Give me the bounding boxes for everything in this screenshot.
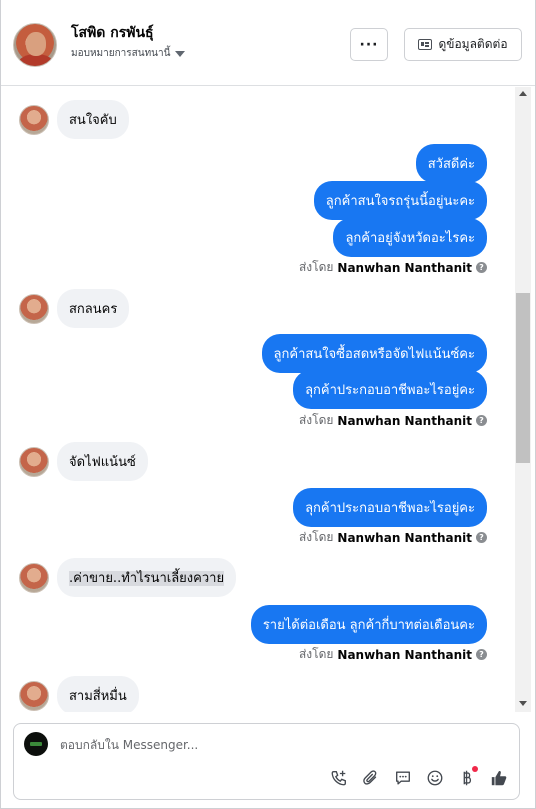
incoming-bubble[interactable]: สามสี่หมื่น <box>57 676 139 712</box>
reply-input[interactable] <box>60 738 500 752</box>
incoming-message: สกลนคร <box>19 289 130 328</box>
scroll-thumb[interactable] <box>516 293 530 463</box>
incoming-message: สามสี่หมื่น <box>19 676 139 712</box>
scroll-down-arrow-icon[interactable] <box>519 701 527 706</box>
scroll-up-arrow-icon[interactable] <box>519 91 527 96</box>
sent-by-agent: Nanwhan Nanthanit <box>337 530 472 545</box>
sent-by-prefix: ส่งโดย <box>298 647 334 661</box>
assign-conversation-dropdown[interactable]: มอบหมายการสนทนานี้ <box>71 46 186 61</box>
incoming-bubble[interactable]: .ค่าขาย..ทำไรนาเลี้ยงควาย <box>57 558 237 597</box>
outgoing-bubble[interactable]: ลูกค้าอยู่จังหวัดอะไรคะ <box>333 218 487 257</box>
incoming-message: สนใจคับ <box>19 100 129 139</box>
payment-icon[interactable] <box>457 766 478 788</box>
incoming-bubble[interactable]: สนใจคับ <box>57 100 129 139</box>
sender-avatar <box>19 293 49 324</box>
highlighted-text: .ค่าขาย..ทำไรนาเลี้ยงควาย <box>69 571 225 586</box>
outgoing-bubble[interactable]: ลูกค้าสนใจซื้อสดหรือจัดไฟแน้นซ์คะ <box>261 334 487 373</box>
contact-name[interactable]: โสพิด กรพันธุ์ <box>71 22 154 44</box>
sent-by-agent: Nanwhan Nanthanit <box>337 413 472 428</box>
sent-by-line: ส่งโดย Nanwhan Nanthanit ? <box>299 528 487 547</box>
like-icon[interactable] <box>489 768 509 788</box>
sent-by-prefix: ส่งโดย <box>298 260 334 274</box>
help-icon[interactable]: ? <box>476 532 487 543</box>
add-call-icon[interactable] <box>329 768 349 788</box>
sent-by-prefix: ส่งโดย <box>298 530 334 544</box>
chevron-down-icon <box>175 50 186 57</box>
sender-avatar <box>19 104 49 135</box>
outgoing-bubble[interactable]: ลุกค้าประกอบอาชีพอะไรอยู่คะ <box>293 370 487 409</box>
help-icon[interactable]: ? <box>476 262 487 273</box>
sent-by-line: ส่งโดย Nanwhan Nanthanit ? <box>299 411 487 430</box>
help-icon[interactable]: ? <box>476 649 487 660</box>
incoming-message: .ค่าขาย..ทำไรนาเลี้ยงควาย <box>19 558 237 597</box>
message-list: สนใจคับ สวัสดีค่ะ ลูกค้าสนใจรถรุ่นนี้อยู… <box>1 87 515 712</box>
conversation-header: โสพิด กรพันธุ์ มอบหมายการสนทนานี้ ··· ดู… <box>1 0 535 86</box>
outgoing-bubble[interactable]: สวัสดีค่ะ <box>415 144 487 183</box>
avatar-face <box>26 32 46 56</box>
incoming-message: จัดไฟแน้นซ์ <box>19 442 148 481</box>
emoji-icon[interactable] <box>425 768 445 788</box>
outgoing-bubble[interactable]: รายได้ต่อเดือน ลูกค้ากี่บาทต่อเดือนคะ <box>250 605 487 644</box>
sender-avatar <box>19 680 49 711</box>
incoming-bubble[interactable]: สกลนคร <box>57 289 130 328</box>
contact-avatar[interactable] <box>13 23 57 67</box>
view-contact-info-button[interactable]: ดูข้อมูลติดต่อ <box>404 28 522 61</box>
page-logo <box>24 732 48 756</box>
messenger-conversation-panel: โสพิด กรพันธุ์ มอบหมายการสนทนานี้ ··· ดู… <box>0 0 536 809</box>
sent-by-line: ส่งโดย Nanwhan Nanthanit ? <box>299 258 487 277</box>
view-contact-info-label: ดูข้อมูลติดต่อ <box>438 37 508 51</box>
notification-dot <box>472 766 478 772</box>
composer-toolbar <box>329 766 509 788</box>
reply-composer <box>13 723 520 800</box>
help-icon[interactable]: ? <box>476 415 487 426</box>
assign-label: มอบหมายการสนทนานี้ <box>71 48 171 59</box>
more-options-button[interactable]: ··· <box>350 28 388 61</box>
sent-by-line: ส่งโดย Nanwhan Nanthanit ? <box>299 645 487 664</box>
sender-avatar <box>19 562 49 593</box>
sender-avatar <box>19 446 49 477</box>
incoming-bubble[interactable]: จัดไฟแน้นซ์ <box>57 442 148 481</box>
sent-by-agent: Nanwhan Nanthanit <box>337 260 472 275</box>
sent-by-prefix: ส่งโดย <box>298 413 334 427</box>
outgoing-bubble[interactable]: ลุกค้าประกอบอาชีพอะไรอยู่คะ <box>293 488 487 527</box>
saved-reply-icon[interactable] <box>393 768 413 788</box>
message-scrollbar[interactable] <box>515 87 531 712</box>
attachment-icon[interactable] <box>361 768 381 788</box>
sent-by-agent: Nanwhan Nanthanit <box>337 647 472 662</box>
outgoing-bubble[interactable]: ลูกค้าสนใจรถรุ่นนี้อยู่นะคะ <box>313 181 487 220</box>
contact-card-icon <box>418 39 433 50</box>
